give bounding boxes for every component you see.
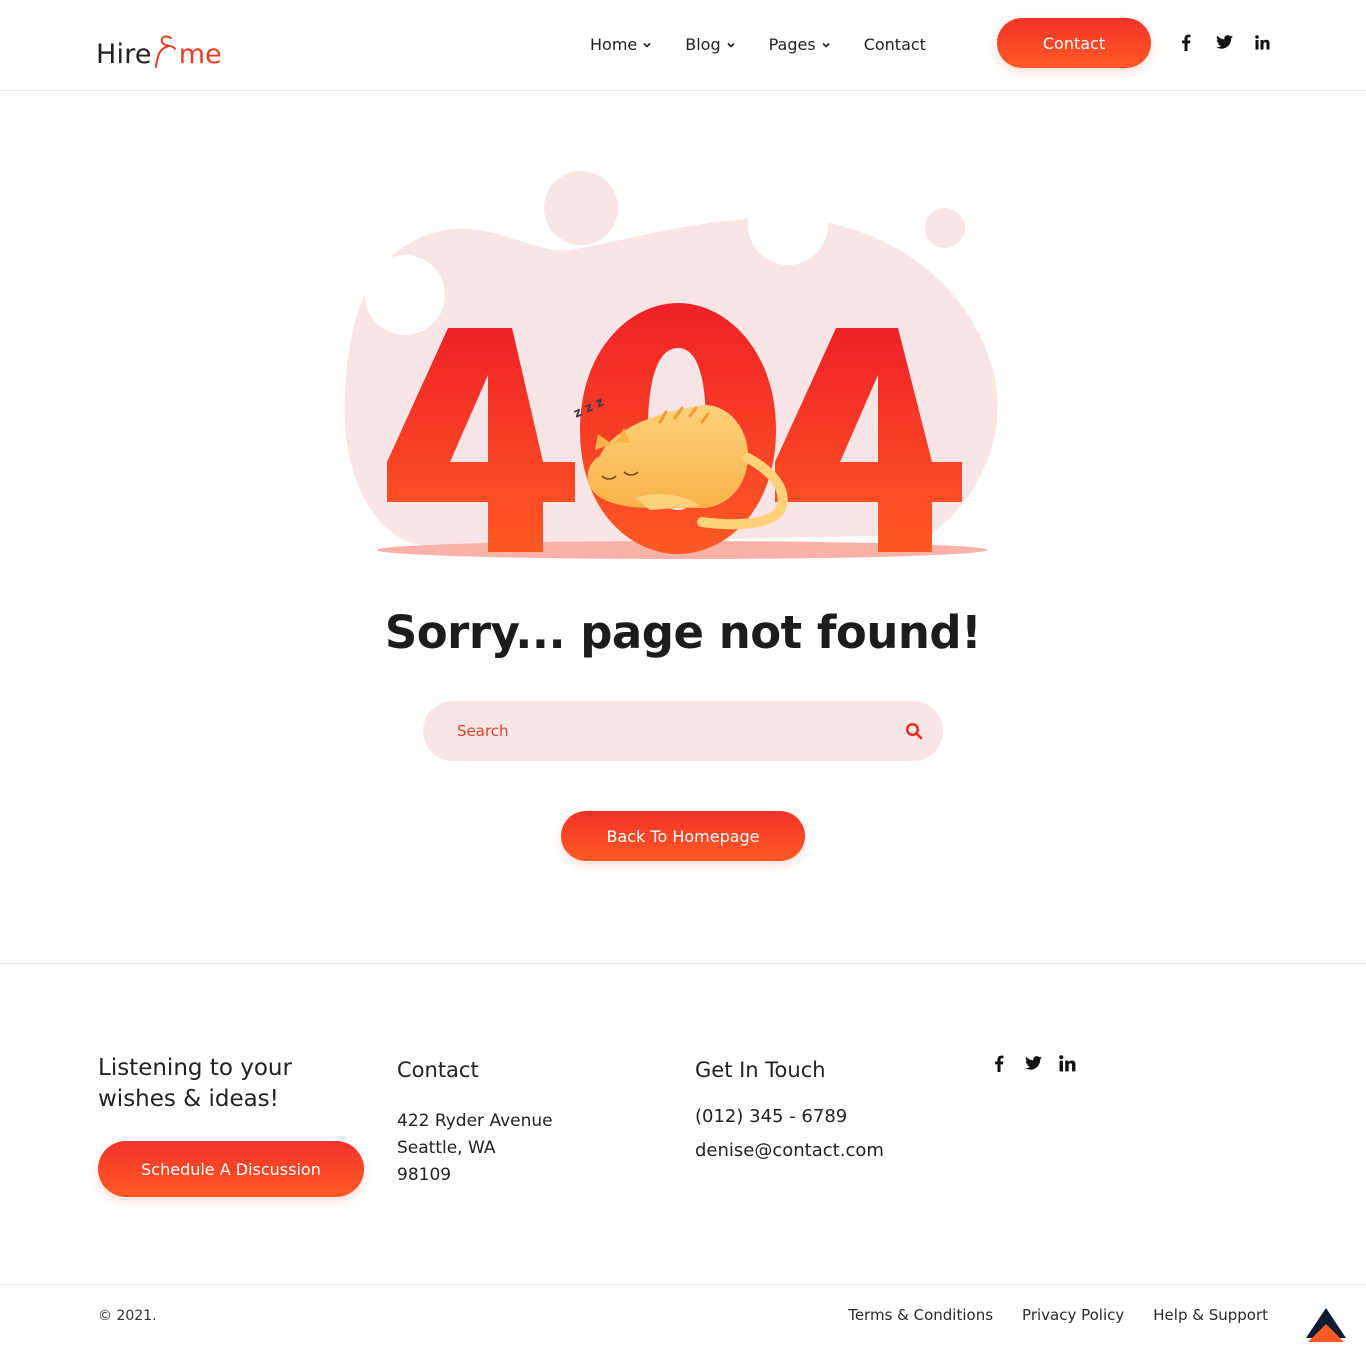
chevron-down-icon: [727, 42, 735, 48]
twitter-icon[interactable]: [1024, 1054, 1042, 1072]
footer-tagline: Listening to your wishes & ideas!: [98, 1055, 292, 1112]
search-input[interactable]: [457, 701, 877, 761]
chevron-down-icon: [643, 42, 651, 48]
back-to-homepage-button[interactable]: Back To Homepage: [561, 811, 805, 861]
footer-phone-link[interactable]: (012) 345 - 6789: [695, 1106, 847, 1127]
logo-ampersand-icon: [154, 35, 176, 68]
footer-divider: [0, 963, 1366, 964]
404-illustration: z z z: [344, 171, 998, 559]
header-social-links: [1177, 33, 1271, 51]
nav-item-contact[interactable]: Contact: [864, 33, 926, 55]
facebook-icon[interactable]: [990, 1054, 1008, 1072]
linkedin-icon[interactable]: [1253, 33, 1271, 51]
search-icon[interactable]: [905, 722, 923, 740]
footer-link-help[interactable]: Help & Support: [1153, 1306, 1268, 1324]
page-title: Sorry... page not found!: [384, 606, 982, 659]
copyright-text: © 2021.: [98, 1308, 157, 1324]
search-box: [423, 701, 943, 761]
nav-item-label: Pages: [768, 34, 816, 54]
site-header: Hire me Home Blog Pages Contact Contact: [0, 0, 1366, 91]
footer-email-link[interactable]: denise@contact.com: [695, 1140, 884, 1161]
header-contact-button[interactable]: Contact: [997, 18, 1151, 68]
logo-text-me: me: [178, 39, 222, 70]
pink-bubble-large: [544, 171, 618, 245]
nav-item-blog[interactable]: Blog: [685, 33, 735, 55]
linkedin-icon[interactable]: [1058, 1054, 1076, 1072]
nav-item-label: Contact: [863, 34, 926, 54]
footer-contact-title: Contact: [397, 1058, 479, 1082]
nav-item-home[interactable]: Home: [590, 33, 651, 55]
footer-address: 422 Ryder Avenue Seattle, WA 98109: [397, 1108, 553, 1189]
main-nav: Home Blog Pages Contact: [590, 33, 960, 55]
logo-text-hire: Hire: [96, 39, 152, 70]
footer-bottom-divider: [0, 1284, 1366, 1285]
address-line: 98109: [397, 1165, 452, 1185]
nav-item-label: Blog: [685, 34, 721, 54]
scroll-to-top-icon[interactable]: [1306, 1306, 1346, 1342]
facebook-icon[interactable]: [1177, 33, 1195, 51]
address-line: Seattle, WA: [397, 1138, 496, 1158]
footer-legal-links: Terms & Conditions Privacy Policy Help &…: [819, 1306, 1268, 1324]
nav-item-pages[interactable]: Pages: [769, 33, 830, 55]
chevron-down-icon: [822, 42, 830, 48]
footer-get-in-touch-title: Get In Touch: [695, 1058, 826, 1082]
pink-bubble-small: [925, 208, 965, 248]
schedule-discussion-button[interactable]: Schedule A Discussion: [98, 1141, 364, 1197]
address-line: 422 Ryder Avenue: [397, 1111, 553, 1131]
nav-item-label: Home: [590, 34, 638, 54]
twitter-icon[interactable]: [1215, 33, 1233, 51]
footer-social-links: [990, 1054, 1076, 1072]
footer-link-privacy[interactable]: Privacy Policy: [1022, 1306, 1124, 1324]
footer-link-terms[interactable]: Terms & Conditions: [848, 1306, 993, 1324]
site-logo[interactable]: Hire me: [96, 28, 222, 68]
